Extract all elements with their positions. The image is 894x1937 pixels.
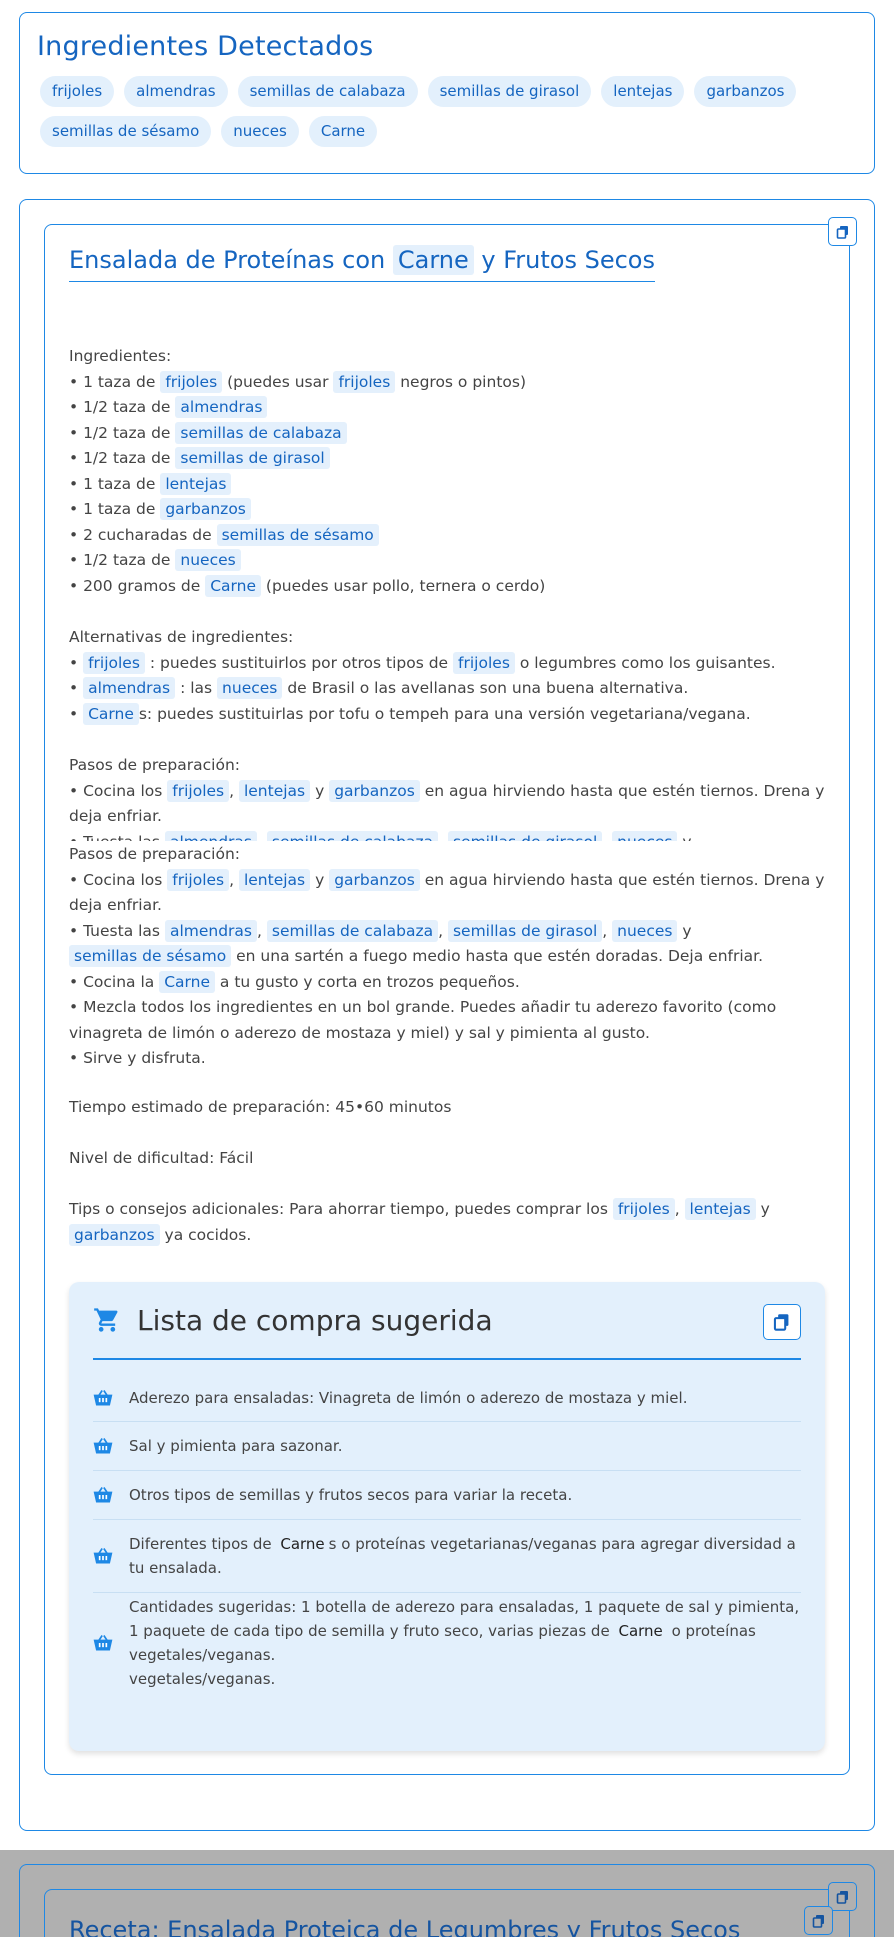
next-recipe-title: Receta: Ensalada Proteica de Legumbres y… bbox=[69, 1916, 741, 1937]
shopping-list-title: Lista de compra sugerida bbox=[137, 1303, 493, 1337]
recipe-outer-card: Ensalada de Proteínas con Carne y Frutos… bbox=[19, 199, 875, 1831]
alternatives-heading: Alternativas de ingredientes: bbox=[69, 628, 294, 646]
ingredient-chips: frijoles almendras semillas de calabaza … bbox=[37, 76, 857, 147]
ingredient-chip[interactable]: garbanzos bbox=[694, 76, 797, 107]
ingredient-chip[interactable]: Carne bbox=[308, 116, 378, 147]
copy-recipe-button[interactable] bbox=[828, 217, 857, 246]
copy-recipe-button[interactable] bbox=[828, 1882, 857, 1911]
shopping-list-item: Aderezo para ensaladas: Vinagreta de lim… bbox=[93, 1374, 801, 1422]
steps-section-ghost: Pasos de preparación: • Cocina los frijo… bbox=[69, 753, 839, 841]
step-line: • Mezcla todos los ingredientes en un bo… bbox=[69, 998, 777, 1042]
tips: Tips o consejos adicionales: Para ahorra… bbox=[69, 1198, 770, 1246]
cart-icon bbox=[94, 1308, 118, 1332]
ingredient-chip[interactable]: lentejas bbox=[601, 76, 685, 107]
ingredient-line: • 2 cucharadas de semillas de sésamo bbox=[69, 523, 839, 549]
copy-icon bbox=[836, 225, 848, 239]
shopping-list-header: Lista de compra sugerida bbox=[93, 1282, 801, 1360]
ingredient-line: • 1/2 taza de nueces bbox=[69, 548, 839, 574]
shopping-list-item: Cantidades sugeridas: 1 botella de adere… bbox=[93, 1593, 801, 1693]
copy-recipe-button-secondary[interactable] bbox=[804, 1906, 833, 1935]
detected-title: Ingredientes Detectados bbox=[37, 31, 374, 62]
shopping-list: Aderezo para ensaladas: Vinagreta de lim… bbox=[93, 1374, 801, 1693]
ingredient-chip[interactable]: semillas de girasol bbox=[427, 76, 592, 107]
step-line: • Cocina los frijoles, lentejas y garban… bbox=[69, 868, 825, 914]
copy-icon bbox=[836, 1890, 848, 1904]
ingredient-line: • 1 taza de frijoles (puedes usar frijol… bbox=[69, 370, 526, 393]
shopping-list-item: Sal y pimienta para sazonar. bbox=[93, 1422, 801, 1471]
basket-icon bbox=[93, 1635, 113, 1651]
ingredient-chip[interactable]: frijoles bbox=[40, 76, 115, 107]
recipe-card: Ensalada de Proteínas con Carne y Frutos… bbox=[44, 217, 857, 1775]
alternatives-section: Alternativas de ingredientes: • frijoles… bbox=[69, 625, 839, 727]
recipe-title: Ensalada de Proteínas con Carne y Frutos… bbox=[69, 245, 655, 282]
copy-icon bbox=[812, 1914, 824, 1928]
basket-icon bbox=[93, 1438, 113, 1454]
ingredient-chip[interactable]: semillas de calabaza bbox=[237, 76, 418, 107]
basket-icon bbox=[93, 1389, 113, 1405]
prep-time: Tiempo estimado de preparación: 45•60 mi… bbox=[69, 1098, 452, 1116]
ingredient-line: • 1 taza de lentejas bbox=[69, 472, 839, 498]
ingredients-heading: Ingredientes: bbox=[69, 347, 172, 365]
ingredient-line: • 1 taza de garbanzos bbox=[69, 497, 839, 523]
shopping-list-item: Otros tipos de semillas y frutos secos p… bbox=[93, 1471, 801, 1520]
copy-icon bbox=[773, 1314, 789, 1331]
step-line: • Sirve y disfruta. bbox=[69, 1049, 206, 1067]
shopping-list-item: Diferentes tipos de Carne s o proteínas v… bbox=[93, 1520, 801, 1593]
alternative-line: • Carne s: puedes sustituirlas por tofu o… bbox=[69, 702, 751, 725]
ingredient-line: • 1/2 taza de semillas de girasol bbox=[69, 446, 839, 472]
shopping-list-card: Lista de compra sugerida Aderezo para en… bbox=[69, 1282, 825, 1751]
basket-icon bbox=[93, 1487, 113, 1503]
basket-icon bbox=[93, 1548, 113, 1564]
difficulty: Nivel de dificultad: Fácil bbox=[69, 1149, 254, 1167]
next-recipe-inner: Receta: Ensalada Proteica de Legumbres y… bbox=[44, 1882, 857, 1937]
ingredient-line: • 1/2 taza de semillas de calabaza bbox=[69, 421, 839, 447]
next-recipe-card: Receta: Ensalada Proteica de Legumbres y… bbox=[19, 1864, 875, 1937]
ingredient-chip[interactable]: almendras bbox=[124, 76, 228, 107]
ingredient-chip[interactable]: semillas de sésamo bbox=[40, 116, 212, 147]
alternative-line: • almendras : las nueces de Brasil o las… bbox=[69, 677, 689, 699]
step-line: • Cocina la Carne a tu gusto y corta en … bbox=[69, 970, 520, 993]
detected-ingredients-card: Ingredientes Detectados frijoles almendr… bbox=[19, 12, 875, 174]
steps-section: Pasos de preparación: • Cocina los frijo… bbox=[69, 842, 839, 1072]
steps-heading: Pasos de preparación: bbox=[69, 845, 240, 863]
ingredient-line: • 1/2 taza de almendras bbox=[69, 395, 839, 421]
ingredient-chip[interactable]: nueces bbox=[221, 116, 299, 147]
alternative-line: • frijoles : puedes sustituirlos por otr… bbox=[69, 651, 776, 674]
step-line: • Tuesta las almendras, semillas de cala… bbox=[69, 919, 764, 967]
copy-shopping-list-button[interactable] bbox=[763, 1304, 801, 1340]
ingredient-line: • 200 gramos de Carne (puedes usar pollo… bbox=[69, 574, 546, 597]
highlight-carne: Carne bbox=[392, 245, 474, 275]
ingredients-section: Ingredientes: • 1 taza de frijoles (pued… bbox=[69, 344, 839, 599]
